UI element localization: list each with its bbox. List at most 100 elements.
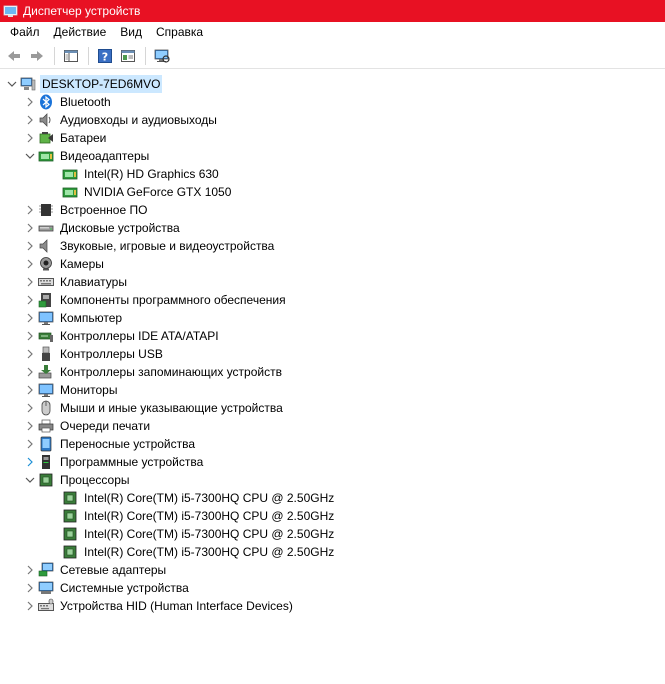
hid-icon: [38, 598, 54, 614]
console-tree-icon: [64, 49, 78, 62]
printer-icon: [38, 418, 54, 434]
expand-chevron-icon[interactable]: [24, 597, 36, 615]
tree-root[interactable]: DESKTOP-7ED6MVO: [6, 75, 163, 93]
tree-item-bluetooth[interactable]: Bluetooth: [24, 93, 113, 111]
help-icon: ?: [98, 48, 112, 63]
tree-item-usb-controllers[interactable]: Контроллеры USB: [24, 345, 165, 363]
expand-chevron-icon[interactable]: [24, 363, 36, 381]
collapse-chevron-icon[interactable]: [24, 147, 36, 165]
expand-chevron-icon[interactable]: [24, 111, 36, 129]
expand-chevron-icon[interactable]: [24, 129, 36, 147]
expand-chevron-icon[interactable]: [24, 255, 36, 273]
tree-item-portable-devices[interactable]: Переносные устройства: [24, 435, 197, 453]
collapse-chevron-icon[interactable]: [24, 471, 36, 489]
back-button[interactable]: [3, 45, 25, 67]
properties-button[interactable]: [117, 45, 139, 67]
expand-chevron-icon[interactable]: [24, 219, 36, 237]
processor-icon: [62, 508, 78, 524]
processor-icon: [38, 472, 54, 488]
expand-chevron-icon[interactable]: [24, 327, 36, 345]
tree-item-software-devices[interactable]: Программные устройства: [24, 453, 205, 471]
expand-chevron-icon[interactable]: [24, 435, 36, 453]
display-adapter-icon: [62, 184, 78, 200]
bluetooth-icon: [38, 94, 54, 110]
device-cpu[interactable]: Intel(R) Core(TM) i5-7300HQ CPU @ 2.50GH…: [60, 507, 336, 525]
processor-icon: [62, 490, 78, 506]
device-label: Intel(R) HD Graphics 630: [84, 167, 219, 181]
device-label: Intel(R) Core(TM) i5-7300HQ CPU @ 2.50GH…: [84, 509, 335, 523]
menu-view[interactable]: Вид: [113, 23, 149, 42]
expand-chevron-icon[interactable]: [24, 561, 36, 579]
tree-item-label: Батареи: [60, 131, 107, 145]
show-hide-console-tree-button[interactable]: [60, 45, 82, 67]
tree-item-label: Bluetooth: [60, 95, 111, 109]
ide-controller-icon: [38, 328, 54, 344]
system-device-icon: [38, 580, 54, 596]
tree-item-label: Видеоадаптеры: [60, 149, 150, 163]
software-component-icon: [38, 292, 54, 308]
tree-item-keyboards[interactable]: Клавиатуры: [24, 273, 129, 291]
expand-chevron-icon[interactable]: [24, 93, 36, 111]
tree-item-print-queues[interactable]: Очереди печати: [24, 417, 152, 435]
tree-item-monitors[interactable]: Мониторы: [24, 381, 119, 399]
usb-icon: [38, 346, 54, 362]
processor-icon: [62, 526, 78, 542]
tree-item-ide-controllers[interactable]: Контроллеры IDE ATA/ATAPI: [24, 327, 221, 345]
webcam-icon: [38, 256, 54, 272]
firmware-chip-icon: [38, 202, 54, 218]
storage-controller-icon: [38, 364, 54, 380]
toolbar-separator: [54, 46, 55, 65]
menu-help[interactable]: Справка: [149, 23, 210, 42]
tree-item-label: Контроллеры USB: [60, 347, 163, 361]
tree-item-processors[interactable]: Процессоры: [24, 471, 132, 489]
expand-chevron-icon[interactable]: [24, 291, 36, 309]
menu-file[interactable]: Файл: [3, 23, 47, 42]
tree-item-label: Сетевые адаптеры: [60, 563, 167, 577]
tree-item-system-devices[interactable]: Системные устройства: [24, 579, 191, 597]
expand-chevron-icon[interactable]: [24, 417, 36, 435]
scan-hardware-button[interactable]: [151, 45, 173, 67]
tree-item-computer[interactable]: Компьютер: [24, 309, 124, 327]
tree-item-disk-drives[interactable]: Дисковые устройства: [24, 219, 182, 237]
expand-chevron-icon[interactable]: [24, 309, 36, 327]
back-arrow-icon: [8, 50, 20, 61]
expand-chevron-icon[interactable]: [24, 579, 36, 597]
tree-item-label: Системные устройства: [60, 581, 189, 595]
tree-item-label: Контроллеры запоминающих устройств: [60, 365, 282, 379]
tree-item-cameras[interactable]: Камеры: [24, 255, 106, 273]
device-cpu[interactable]: Intel(R) Core(TM) i5-7300HQ CPU @ 2.50GH…: [60, 543, 336, 561]
tree-item-hid[interactable]: Устройства HID (Human Interface Devices): [24, 597, 295, 615]
title-bar: Диспетчер устройств: [0, 0, 665, 22]
expand-chevron-icon[interactable]: [24, 381, 36, 399]
device-gpu-intel[interactable]: Intel(R) HD Graphics 630: [60, 165, 221, 183]
collapse-chevron-icon[interactable]: [6, 75, 18, 93]
keyboard-icon: [38, 274, 54, 290]
forward-button[interactable]: [26, 45, 48, 67]
expand-chevron-icon[interactable]: [24, 399, 36, 417]
device-gpu-nvidia[interactable]: NVIDIA GeForce GTX 1050: [60, 183, 233, 201]
tree-item-mice[interactable]: Мыши и иные указывающие устройства: [24, 399, 285, 417]
tree-item-label: Звуковые, игровые и видеоустройства: [60, 239, 275, 253]
window-title: Диспетчер устройств: [23, 4, 141, 18]
device-cpu[interactable]: Intel(R) Core(TM) i5-7300HQ CPU @ 2.50GH…: [60, 525, 336, 543]
expand-chevron-icon[interactable]: [24, 237, 36, 255]
expand-chevron-icon[interactable]: [24, 201, 36, 219]
tree-item-batteries[interactable]: Батареи: [24, 129, 108, 147]
tree-item-firmware[interactable]: Встроенное ПО: [24, 201, 149, 219]
tree-item-network-adapters[interactable]: Сетевые адаптеры: [24, 561, 168, 579]
tree-item-label: Устройства HID (Human Interface Devices): [60, 599, 293, 613]
expand-chevron-icon[interactable]: [24, 453, 36, 471]
device-tree: DESKTOP-7ED6MVO Bluetooth Аудиовходы и а…: [0, 73, 665, 684]
tree-item-label: Мыши и иные указывающие устройства: [60, 401, 283, 415]
toolbar: ?: [0, 43, 665, 69]
help-button[interactable]: ?: [94, 45, 116, 67]
tree-item-audio-io[interactable]: Аудиовходы и аудиовыходы: [24, 111, 219, 129]
tree-item-video-adapters[interactable]: Видеоадаптеры: [24, 147, 151, 165]
expand-chevron-icon[interactable]: [24, 345, 36, 363]
menu-action[interactable]: Действие: [47, 23, 114, 42]
tree-item-storage-controllers[interactable]: Контроллеры запоминающих устройств: [24, 363, 284, 381]
tree-item-software-components[interactable]: Компоненты программного обеспечения: [24, 291, 288, 309]
expand-chevron-icon[interactable]: [24, 273, 36, 291]
tree-item-sound[interactable]: Звуковые, игровые и видеоустройства: [24, 237, 276, 255]
device-cpu[interactable]: Intel(R) Core(TM) i5-7300HQ CPU @ 2.50GH…: [60, 489, 336, 507]
